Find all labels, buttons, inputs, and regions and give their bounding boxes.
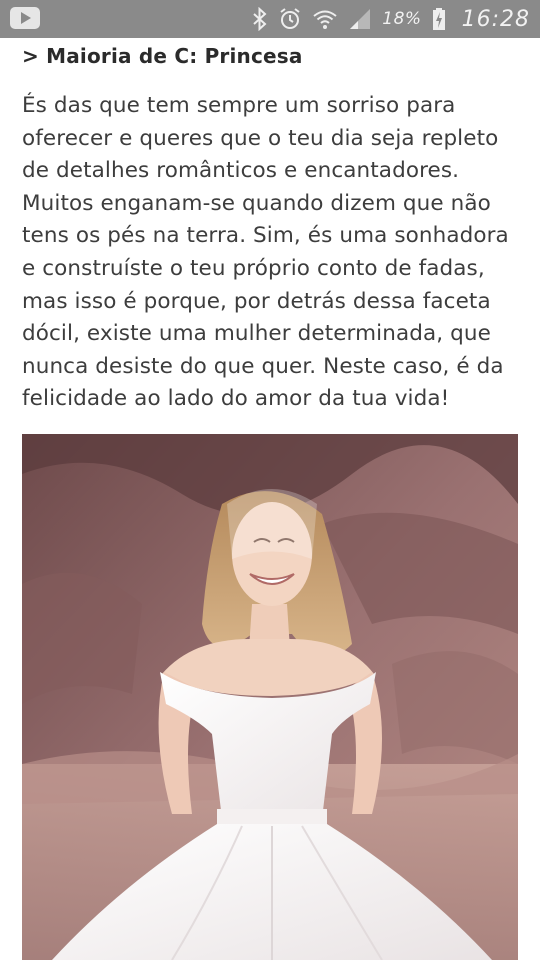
battery-charging-icon <box>432 7 446 31</box>
bluetooth-icon <box>252 7 268 31</box>
signal-icon <box>348 8 372 30</box>
article-paragraph: És das que tem sempre um sorriso para of… <box>22 93 509 412</box>
status-icons: 18% 16:28 <box>252 0 530 38</box>
section-heading: > Maioria de C: Princesa <box>22 44 303 68</box>
battery-percentage: 18% <box>382 9 422 29</box>
status-bar: 18% 16:28 <box>0 0 540 38</box>
alarm-icon <box>278 7 302 31</box>
clock: 16:28 <box>461 6 530 32</box>
wifi-icon <box>312 7 338 31</box>
youtube-notification-icon <box>10 7 40 29</box>
bride-photo <box>22 434 518 960</box>
